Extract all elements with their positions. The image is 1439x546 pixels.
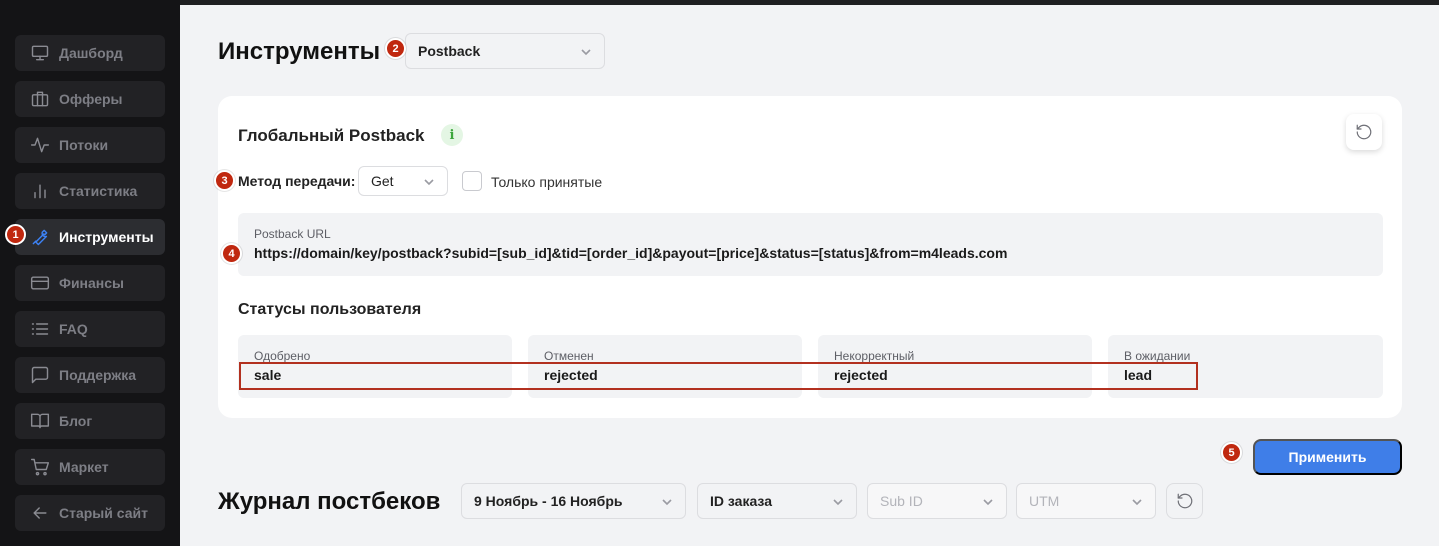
sidebar-item-support[interactable]: Поддержка (15, 357, 165, 393)
sub-id-value: Sub ID (880, 493, 923, 509)
sidebar-item-label: Инструменты (59, 229, 154, 245)
sidebar-item-faq[interactable]: FAQ (15, 311, 165, 347)
tool-select-value: Postback (418, 43, 481, 59)
sidebar-item-tools[interactable]: Инструменты (15, 219, 165, 255)
date-range-value: 9 Ноябрь - 16 Ноябрь (474, 493, 623, 509)
arrow-left-icon (29, 502, 51, 524)
sidebar-item-label: Потоки (59, 137, 109, 153)
annotation-marker: 1 (5, 224, 26, 245)
annotation-marker: 5 (1221, 442, 1242, 463)
journal-reset-button[interactable] (1166, 483, 1203, 519)
journal-title: Журнал постбеков (218, 488, 441, 515)
sidebar-item-label: Маркет (59, 459, 109, 475)
date-range-select[interactable]: 9 Ноябрь - 16 Ноябрь (461, 483, 686, 519)
status-label: В ожидании (1124, 349, 1191, 363)
status-label: Отменен (544, 349, 594, 363)
chevron-down-icon (982, 495, 994, 507)
top-bar (0, 0, 1439, 5)
chevron-down-icon (423, 175, 435, 187)
wrench-icon (29, 226, 51, 248)
sidebar-item-old-site[interactable]: Старый сайт (15, 495, 165, 531)
apply-button[interactable]: Применить (1253, 439, 1402, 475)
sidebar-item-label: Финансы (59, 275, 124, 291)
sidebar-item-dashboard[interactable]: Дашборд (15, 35, 165, 71)
card-title: Глобальный Postback (238, 126, 425, 145)
cart-icon (29, 456, 51, 478)
sidebar-item-statistics[interactable]: Статистика (15, 173, 165, 209)
sidebar-item-market[interactable]: Маркет (15, 449, 165, 485)
page-title: Инструменты (218, 38, 381, 65)
sidebar-item-label: Офферы (59, 91, 123, 107)
reset-icon (1176, 492, 1194, 510)
sidebar-item-label: Блог (59, 413, 93, 429)
status-label: Некорректный (834, 349, 915, 363)
chevron-down-icon (832, 495, 844, 507)
postback-url-label: Postback URL (254, 227, 331, 241)
method-label: Метод передачи: (238, 173, 356, 189)
postback-url-value: https://domain/key/postback?subid=[sub_i… (254, 245, 1008, 261)
activity-icon (29, 134, 51, 156)
annotation-marker: 3 (214, 170, 235, 191)
reset-button[interactable] (1346, 114, 1382, 150)
annotation-marker: 4 (221, 243, 242, 264)
sidebar: Дашборд Офферы Потоки Статистика Инструм… (0, 0, 180, 546)
sidebar-item-label: Поддержка (59, 367, 137, 383)
statuses-highlight-box (239, 362, 1198, 390)
sidebar-item-label: Статистика (59, 183, 138, 199)
bar-chart-icon (29, 180, 51, 202)
sidebar-item-label: Старый сайт (59, 505, 148, 521)
chevron-down-icon (580, 45, 592, 57)
list-icon (29, 318, 51, 340)
chevron-down-icon (661, 495, 673, 507)
method-select[interactable]: Get (358, 166, 448, 196)
message-icon (29, 364, 51, 386)
utm-value: UTM (1029, 493, 1060, 509)
only-accepted-label: Только принятые (491, 174, 603, 190)
monitor-icon (29, 42, 51, 64)
user-statuses-title: Статусы пользователя (238, 301, 422, 318)
credit-card-icon (29, 272, 51, 294)
annotation-marker: 2 (385, 38, 406, 59)
sidebar-item-label: FAQ (59, 321, 88, 337)
sidebar-item-blog[interactable]: Блог (15, 403, 165, 439)
status-label: Одобрено (254, 349, 311, 363)
order-id-value: ID заказа (710, 493, 772, 509)
method-select-value: Get (371, 173, 394, 189)
info-icon[interactable]: i (441, 124, 463, 146)
sidebar-item-streams[interactable]: Потоки (15, 127, 165, 163)
book-icon (29, 410, 51, 432)
order-id-select[interactable]: ID заказа (697, 483, 857, 519)
briefcase-icon (29, 88, 51, 110)
postback-url-field[interactable]: Postback URL https://domain/key/postback… (238, 213, 1383, 276)
only-accepted-checkbox[interactable] (462, 171, 482, 191)
chevron-down-icon (1131, 495, 1143, 507)
utm-select[interactable]: UTM (1016, 483, 1156, 519)
sidebar-item-finance[interactable]: Финансы (15, 265, 165, 301)
sidebar-item-label: Дашборд (59, 45, 123, 61)
sub-id-select[interactable]: Sub ID (867, 483, 1007, 519)
reset-icon (1355, 123, 1373, 141)
tool-select[interactable]: Postback (405, 33, 605, 69)
sidebar-item-offers[interactable]: Офферы (15, 81, 165, 117)
